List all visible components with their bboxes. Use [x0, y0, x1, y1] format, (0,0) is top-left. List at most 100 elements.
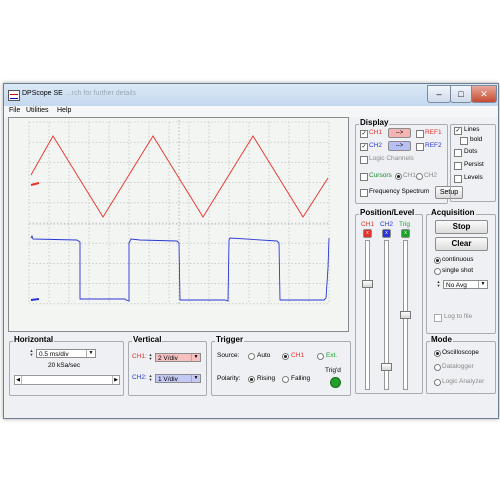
ch1-ground-marker[interactable]	[30, 182, 40, 186]
levels-checkbox[interactable]	[454, 175, 462, 183]
log-to-file-label: Log to file	[444, 313, 473, 320]
logic-channels-checkbox[interactable]	[360, 156, 368, 164]
pos-ch1-label: CH1	[361, 221, 375, 228]
menu-file[interactable]: File	[9, 107, 20, 114]
pos-ch2-label: CH2	[380, 221, 394, 228]
ch1-display-checkbox[interactable]: ✓	[360, 130, 368, 138]
frequency-spectrum-checkbox[interactable]	[360, 189, 368, 197]
trigger-ch1-radio[interactable]	[282, 353, 289, 360]
trigger-polarity-label: Polarity:	[217, 375, 241, 382]
logic-analyzer-radio[interactable]	[434, 379, 441, 386]
ch1-position-thumb[interactable]	[362, 280, 373, 288]
ch2-color-button[interactable]: -->	[388, 141, 411, 151]
cursor-ch1-label: CH1	[403, 172, 417, 179]
chevron-down-icon: ▼	[191, 375, 200, 382]
cursors-checkbox[interactable]	[360, 173, 368, 181]
clear-button[interactable]: Clear	[435, 237, 488, 251]
horizontal-title: Horizontal	[13, 335, 55, 344]
maximize-button[interactable]: □	[450, 85, 472, 103]
datalogger-radio[interactable]	[434, 364, 441, 371]
logic-analyzer-label: Logic Analyzer	[442, 378, 485, 385]
ch1-vdiv-select[interactable]: 2 V/div ▼	[155, 353, 201, 362]
window-title: DPScope SE	[22, 90, 63, 97]
ch2-display-checkbox[interactable]: ✓	[360, 143, 368, 151]
scroll-left-icon[interactable]: ◀	[15, 376, 22, 384]
ref1-checkbox[interactable]	[416, 130, 424, 138]
levels-label: Levels	[464, 174, 483, 181]
ch1-position-slider[interactable]	[365, 240, 370, 390]
polarity-falling-radio[interactable]	[282, 376, 289, 383]
trigger-ch1-label: CH1	[291, 352, 305, 359]
persist-checkbox[interactable]	[454, 162, 462, 170]
timebase-spin-icon[interactable]: ▲ ▼	[28, 349, 35, 358]
title-bar[interactable]: DPScope SE ...rch for further details – …	[4, 84, 498, 106]
stop-button[interactable]: Stop	[435, 220, 488, 234]
chevron-down-icon: ▼	[86, 350, 95, 357]
ch1-trace	[30, 135, 329, 218]
polarity-rising-radio[interactable]	[248, 376, 255, 383]
bold-checkbox[interactable]	[460, 137, 468, 145]
continuous-label: continuous	[442, 256, 474, 263]
oscilloscope-radio[interactable]	[434, 350, 441, 357]
minimize-button[interactable]: –	[427, 85, 451, 103]
trigger-ext-radio[interactable]	[317, 353, 324, 360]
averaging-spin-icon[interactable]: ▲ ▼	[435, 280, 442, 289]
ch2-vdiv-select[interactable]: 1 V/div ▼	[155, 374, 201, 383]
cursor-ch2-label: CH2	[424, 172, 438, 179]
menu-bar: File Utilities Help	[4, 106, 498, 117]
ch1-vdiv-label: CH1:	[132, 353, 147, 360]
scroll-right-icon[interactable]: ▶	[112, 376, 119, 384]
display-title: Display	[359, 118, 390, 127]
oscilloscope-label: Oscilloscope	[442, 349, 479, 356]
logic-channels-label: Logic Channels	[369, 155, 414, 162]
menu-help[interactable]: Help	[57, 107, 71, 114]
sample-rate: 20 kSa/sec	[48, 362, 81, 369]
scope-screen[interactable]	[8, 117, 349, 332]
frequency-spectrum-label: Frequency Spectrum	[369, 188, 430, 195]
ch1-color-button[interactable]: -->	[388, 128, 411, 138]
vertical-group	[128, 341, 207, 396]
ch2-vdiv-label: CH2:	[132, 374, 147, 381]
single-shot-radio[interactable]	[434, 268, 441, 275]
bold-label: bold	[470, 136, 483, 143]
ch1-vdiv-spin-icon[interactable]: ▲ ▼	[147, 353, 154, 362]
polarity-rising-label: Rising	[257, 375, 276, 382]
continuous-radio[interactable]	[434, 257, 441, 264]
chevron-down-icon: ▼	[191, 354, 200, 361]
horizontal-scrollbar[interactable]: ◀ ▶	[14, 375, 120, 385]
trigger-auto-radio[interactable]	[248, 353, 255, 360]
log-to-file-checkbox[interactable]	[434, 314, 442, 322]
timebase-select[interactable]: 0.5 ms/div ▼	[36, 349, 96, 358]
averaging-select[interactable]: No Avg ▼	[443, 280, 488, 289]
ref2-checkbox[interactable]	[416, 143, 424, 151]
position-level-title: Position/Level	[359, 208, 416, 217]
ch2-position-thumb[interactable]	[381, 363, 392, 371]
ch2-reset-button[interactable]: x	[382, 229, 391, 238]
single-shot-label: single shot	[442, 267, 474, 274]
pos-trig-label: Trig	[399, 221, 410, 228]
trig-level-thumb[interactable]	[400, 311, 411, 319]
lines-label: Lines	[464, 126, 480, 133]
timebase-value: 0.5 ms/div	[39, 351, 69, 358]
dots-label: Dots	[464, 148, 478, 155]
vertical-title: Vertical	[132, 335, 163, 344]
trigd-label: Trig'd	[325, 367, 341, 374]
lines-checkbox[interactable]: ✓	[454, 127, 462, 135]
cursor-ch1-radio[interactable]	[395, 173, 402, 180]
ch2-trace	[30, 234, 330, 302]
chevron-down-icon: ▼	[478, 281, 487, 288]
ref1-label: REF1	[425, 129, 442, 136]
cursor-ch2-radio[interactable]	[416, 173, 423, 180]
dots-checkbox[interactable]	[454, 149, 462, 157]
close-button[interactable]: ✕	[471, 85, 497, 103]
ch1-reset-button[interactable]: x	[363, 229, 372, 238]
dpscope-window: DPScope SE ...rch for further details – …	[3, 83, 499, 419]
acquisition-title: Acquisition	[430, 208, 476, 217]
ch1-display-label: CH1	[369, 129, 383, 136]
ch2-ground-marker[interactable]	[30, 298, 40, 301]
menu-utilities[interactable]: Utilities	[26, 107, 49, 114]
mode-title: Mode	[430, 335, 453, 344]
ch2-vdiv-spin-icon[interactable]: ▲ ▼	[147, 374, 154, 383]
trigd-led-icon	[330, 377, 341, 388]
trig-reset-button[interactable]: x	[401, 229, 410, 238]
